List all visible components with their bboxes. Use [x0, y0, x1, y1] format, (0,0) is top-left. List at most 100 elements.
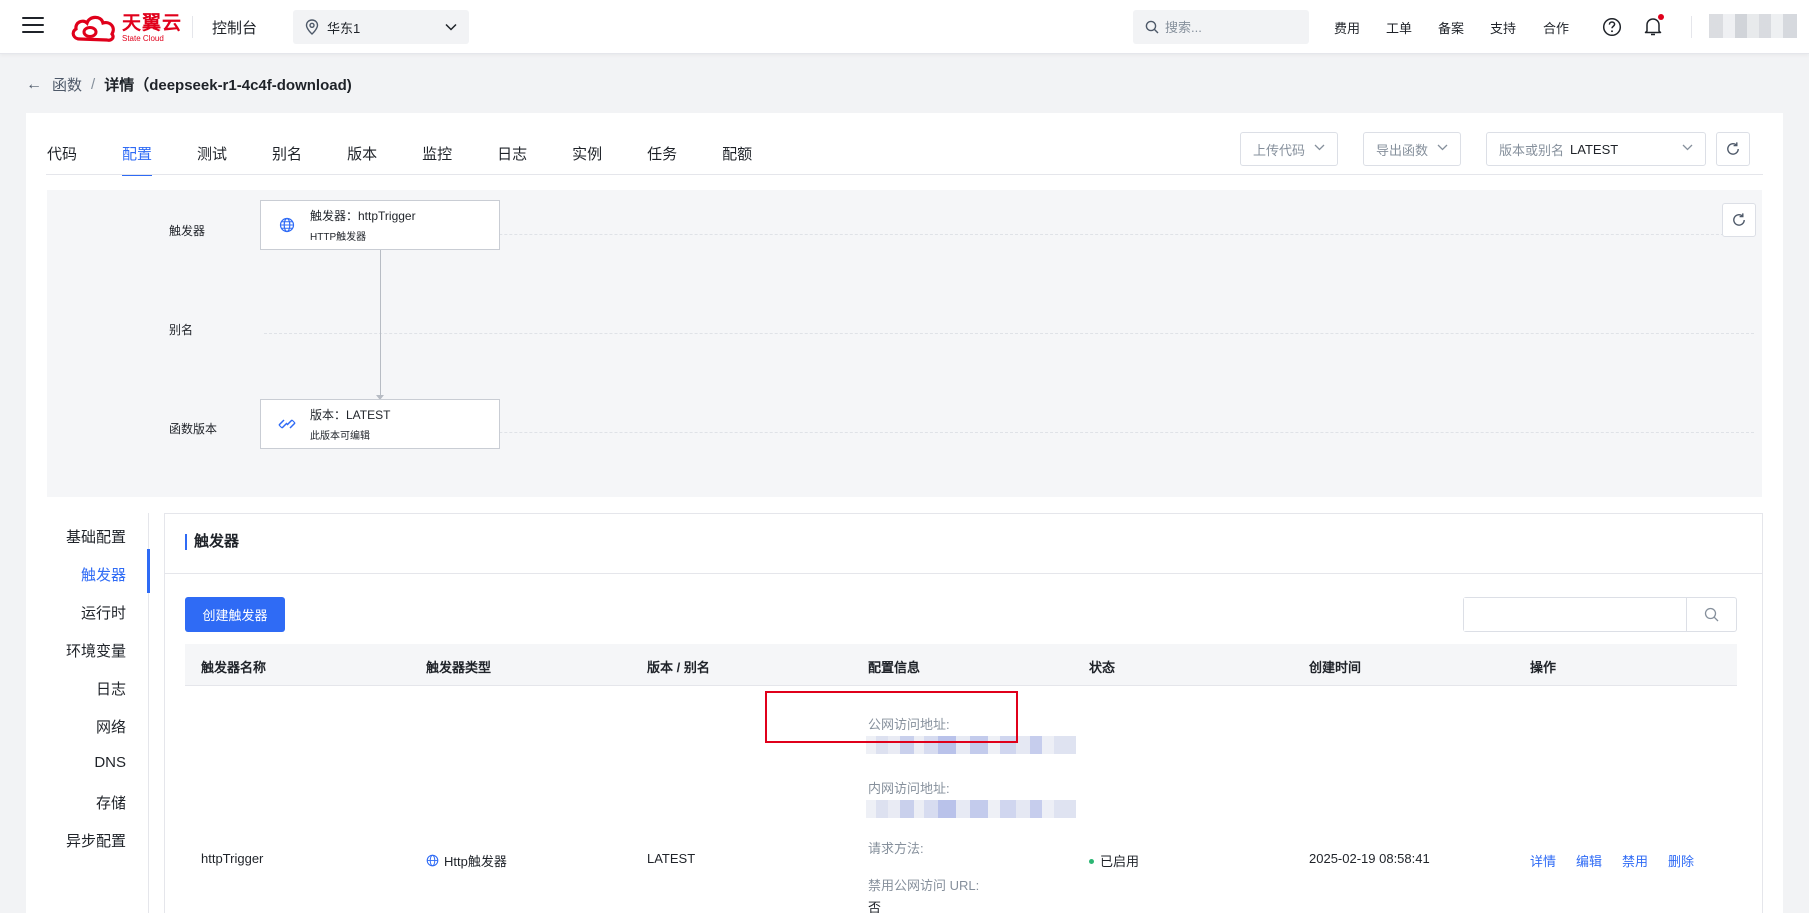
diagram-connector — [380, 250, 381, 398]
subnav-dns[interactable]: DNS — [94, 754, 126, 771]
top-bar: 天翼云 State Cloud 控制台 华东1 费用 工单 备案 支持 合作 — [0, 0, 1809, 54]
tab-instances[interactable]: 实例 — [572, 134, 602, 175]
created-time: 2025-02-19 08:58:41 — [1309, 851, 1430, 866]
chevron-down-icon — [1682, 144, 1693, 151]
tabs-divider — [46, 174, 1763, 175]
tab-alias[interactable]: 别名 — [272, 134, 302, 175]
version-alias-label: 版本或别名 — [1499, 142, 1565, 158]
globe-icon — [279, 217, 295, 233]
version-node-title: 版本：LATEST — [310, 408, 391, 422]
col-config: 配置信息 — [868, 660, 921, 675]
config-subnav: 基础配置 触发器 运行时 环境变量 日志 网络 DNS 存储 异步配置 — [47, 513, 150, 913]
col-name: 触发器名称 — [201, 660, 267, 675]
tab-version[interactable]: 版本 — [347, 134, 377, 175]
subnav-active-indicator — [147, 549, 150, 593]
edit-link[interactable]: 编辑 — [1576, 851, 1602, 870]
global-search[interactable] — [1133, 10, 1309, 44]
globe-icon — [426, 854, 439, 867]
col-created: 创建时间 — [1309, 660, 1362, 675]
console-link[interactable]: 控制台 — [212, 17, 257, 38]
tab-monitor[interactable]: 监控 — [422, 134, 452, 175]
trigger-name: httpTrigger — [201, 851, 264, 866]
delete-link[interactable]: 删除 — [1668, 851, 1694, 870]
notification-dot — [1658, 14, 1664, 20]
breadcrumb-separator: / — [91, 76, 96, 93]
avatar[interactable] — [1709, 14, 1797, 38]
search-input[interactable] — [1165, 19, 1295, 35]
details-link[interactable]: 详情 — [1530, 851, 1556, 870]
subnav-basic[interactable]: 基础配置 — [66, 526, 126, 547]
table-header: 触发器名称 触发器类型 版本 / 别名 配置信息 状态 创建时间 操作 — [185, 644, 1737, 686]
breadcrumb-functions[interactable]: 函数 — [52, 74, 82, 95]
subnav-async[interactable]: 异步配置 — [66, 830, 126, 851]
trigger-node[interactable]: 触发器：httpTrigger HTTP触发器 — [260, 200, 500, 250]
config-diagram: 触发器 别名 函数版本 触发器：httpTrigger HTTP触发器 版本：L… — [47, 190, 1762, 497]
export-function-dropdown[interactable]: 导出函数 — [1363, 132, 1461, 166]
tab-quota[interactable]: 配额 — [722, 134, 752, 175]
refresh-icon — [1733, 213, 1745, 226]
help-icon[interactable] — [1602, 17, 1622, 37]
subnav-logs[interactable]: 日志 — [96, 678, 126, 699]
nav-filing[interactable]: 备案 — [1438, 18, 1464, 37]
logo-subtext: State Cloud — [122, 33, 164, 43]
private-url-value[interactable] — [866, 800, 1076, 818]
disable-link[interactable]: 禁用 — [1622, 851, 1648, 870]
export-function-label: 导出函数 — [1376, 142, 1429, 158]
request-method-label: 请求方法: — [868, 841, 924, 856]
panel-divider — [165, 573, 1762, 574]
trigger-type-label: Http触发器 — [444, 854, 507, 869]
tab-test[interactable]: 测试 — [197, 134, 227, 175]
trigger-search[interactable] — [1463, 597, 1737, 632]
status-text: 已启用 — [1100, 854, 1140, 869]
tab-logs[interactable]: 日志 — [497, 134, 527, 175]
subnav-network[interactable]: 网络 — [96, 716, 126, 737]
version-alias-select[interactable]: 版本或别名 LATEST — [1486, 132, 1706, 166]
search-icon — [1704, 607, 1719, 622]
create-trigger-button[interactable]: 创建触发器 — [185, 597, 285, 632]
col-type: 触发器类型 — [426, 660, 492, 675]
function-version-icon — [278, 419, 296, 429]
col-actions: 操作 — [1530, 660, 1557, 675]
upload-code-label: 上传代码 — [1253, 142, 1306, 158]
cloud-logo-icon — [71, 15, 115, 42]
divider — [1691, 16, 1692, 38]
diagram-guide-line — [264, 333, 1754, 334]
nav-support[interactable]: 支持 — [1490, 18, 1516, 37]
region-selector[interactable]: 华东1 — [293, 10, 469, 44]
trigger-type: Http触发器 — [426, 851, 507, 870]
chevron-down-icon — [1314, 144, 1325, 151]
refresh-button[interactable] — [1716, 132, 1750, 166]
tab-config[interactable]: 配置 — [122, 134, 153, 176]
chevron-down-icon — [445, 23, 457, 31]
upload-code-dropdown[interactable]: 上传代码 — [1240, 132, 1338, 166]
subnav-triggers[interactable]: 触发器 — [81, 564, 126, 585]
nav-tickets[interactable]: 工单 — [1386, 18, 1412, 37]
subnav-env-vars[interactable]: 环境变量 — [66, 640, 126, 661]
chevron-down-icon — [1437, 144, 1448, 151]
tab-code[interactable]: 代码 — [47, 134, 77, 175]
col-version: 版本 / 别名 — [647, 660, 710, 675]
col-status: 状态 — [1089, 660, 1116, 675]
logo[interactable]: 天翼云 State Cloud — [70, 12, 182, 44]
page-title: 详情（deepseek-r1-4c4f-download) — [104, 77, 352, 94]
diagram-row-alias: 别名 — [169, 323, 194, 337]
tab-tasks[interactable]: 任务 — [647, 134, 677, 175]
diagram-row-version: 函数版本 — [169, 422, 218, 436]
trigger-node-title: 触发器：httpTrigger — [310, 209, 416, 223]
disable-public-url-value: 否 — [868, 900, 882, 913]
tab-bar: 代码 配置 测试 别名 版本 监控 日志 实例 任务 配额 — [47, 134, 797, 176]
subnav-runtime[interactable]: 运行时 — [81, 602, 126, 623]
version-alias-value: LATEST — [1570, 141, 1619, 157]
trigger-search-button[interactable] — [1686, 598, 1736, 631]
diagram-refresh-button[interactable] — [1722, 203, 1756, 237]
nav-fees[interactable]: 费用 — [1334, 18, 1360, 37]
breadcrumb: ← 函数 / 详情（deepseek-r1-4c4f-download) — [26, 74, 352, 95]
version-node[interactable]: 版本：LATEST 此版本可编辑 — [260, 399, 500, 449]
back-arrow-icon[interactable]: ← — [26, 76, 42, 94]
trigger-version: LATEST — [647, 851, 696, 866]
subnav-storage[interactable]: 存储 — [96, 792, 126, 813]
menu-icon[interactable] — [22, 17, 44, 35]
nav-partner[interactable]: 合作 — [1543, 18, 1569, 37]
trigger-search-input[interactable] — [1464, 598, 1686, 631]
disable-public-url-label: 禁用公网访问 URL: — [868, 878, 980, 893]
